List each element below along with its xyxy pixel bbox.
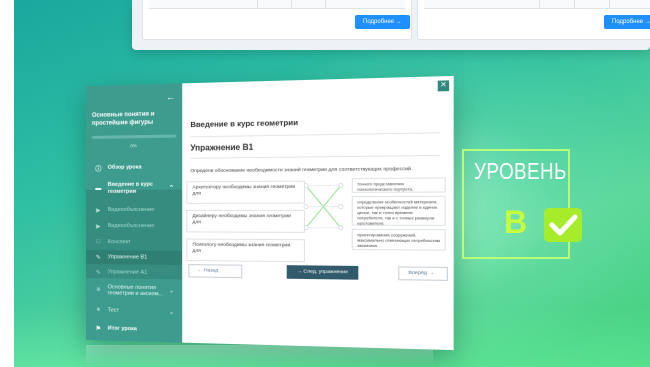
sidebar-item-label: Видеообъяснение — [107, 206, 155, 213]
sidebar-item-exercise-b1[interactable]: ✎ Упражнение В1 — [86, 250, 183, 266]
more-button[interactable]: Подробнее → — [604, 15, 650, 29]
course-card: Подробнее → — [142, 0, 412, 40]
sidebar-item-label: Обзор урока — [107, 164, 142, 171]
arrow-left-icon[interactable]: ← — [166, 92, 175, 102]
sidebar-item-test[interactable]: ≡ Тест ⌄ — [86, 304, 182, 318]
card-table-row — [149, 0, 405, 9]
chat-icon: ▬ — [95, 185, 102, 192]
card-table-row — [424, 0, 650, 9]
forward-button[interactable]: Вперёд → — [398, 266, 448, 281]
lesson-progress-bar — [91, 134, 177, 139]
course-card: Подробнее → — [417, 0, 650, 40]
checkmark-icon — [544, 208, 582, 242]
match-left-item[interactable]: Психологу необходимы знания геометрии дл… — [186, 238, 305, 263]
sidebar-item-video-2[interactable]: ▶ Видеообъяснение — [86, 220, 182, 232]
edit-icon: ✎ — [95, 254, 101, 261]
sidebar-item-intro[interactable]: ▬ Введение в курс геометрии ⌃ — [86, 179, 182, 198]
back-button[interactable]: ← Назад — [188, 264, 243, 279]
play-icon: ▶ — [96, 223, 101, 230]
sidebar-item-label: Основные понятия геометрии и аксиом... — [107, 284, 164, 298]
sidebar-item-notes[interactable]: □ Конспект — [86, 236, 182, 249]
more-button[interactable]: Подробнее → — [355, 15, 410, 29]
flag-icon: ⚑ — [95, 325, 101, 332]
match-left-item[interactable]: Дизайнеру необходимы знания геометрии дл… — [186, 209, 305, 233]
chevron-down-icon: ⌄ — [168, 309, 175, 316]
match-right-item[interactable]: определения особенностей материала, кото… — [351, 195, 446, 226]
sidebar-item-label: Видеообъяснение — [107, 223, 155, 230]
edit-icon: ✎ — [95, 269, 101, 276]
document-icon: □ — [96, 239, 101, 246]
sidebar-item-overview[interactable]: ⓘ Обзор урока — [86, 160, 182, 175]
sidebar-item-label: Итог урока — [107, 325, 137, 333]
level-letter: В — [504, 204, 528, 240]
next-exercise-button[interactable]: → След. упражнение — [286, 265, 359, 280]
match-right-item[interactable]: проектирования сооружений, максимально о… — [351, 228, 446, 251]
sidebar-item-label: Упражнение А1 — [107, 269, 148, 276]
list-icon: ≡ — [96, 307, 101, 314]
level-title: УРОВЕНЬ — [474, 158, 567, 184]
sidebar-item-video-1[interactable]: ▶ Видеообъяснение — [86, 204, 182, 216]
match-left-item[interactable]: Архитектору необходимы знания геометрии … — [186, 180, 305, 204]
lesson-sidebar: ← Основные понятия и простейшие фигуры 0… — [86, 83, 183, 343]
sidebar-item-label: Упражнение В1 — [107, 254, 148, 261]
course-window: ← Основные понятия и простейшие фигуры 0… — [86, 75, 454, 351]
sidebar-item-basics[interactable]: ≡ Основные понятия геометрии и аксиом...… — [86, 282, 182, 300]
chevron-up-icon: ⌃ — [168, 184, 175, 192]
sidebar-item-label: Введение в курс геометрии — [107, 181, 153, 195]
sidebar-item-summary[interactable]: ⚑ Итог урока — [86, 322, 182, 337]
play-icon: ▶ — [96, 207, 101, 214]
sidebar-item-label: Тест — [107, 307, 120, 314]
lesson-title: Основные понятия и простейшие фигуры — [91, 111, 155, 127]
sidebar-item-exercise-a1[interactable]: ✎ Упражнение А1 — [86, 266, 182, 279]
exercise-content: ✕ Введение в курс геометрии Упражнение В… — [182, 75, 454, 351]
chevron-down-icon: ⌄ — [168, 288, 175, 295]
list-icon: ≡ — [96, 287, 101, 294]
sidebar-item-label: Конспект — [107, 239, 131, 246]
match-right-item[interactable]: точного представления психологического п… — [351, 177, 446, 193]
window-reflection — [86, 345, 433, 367]
lesson-progress-label: 0% — [130, 143, 137, 149]
top-browser-strip: Подробнее → Подробнее → — [132, 0, 650, 50]
info-icon: ⓘ — [95, 166, 102, 173]
